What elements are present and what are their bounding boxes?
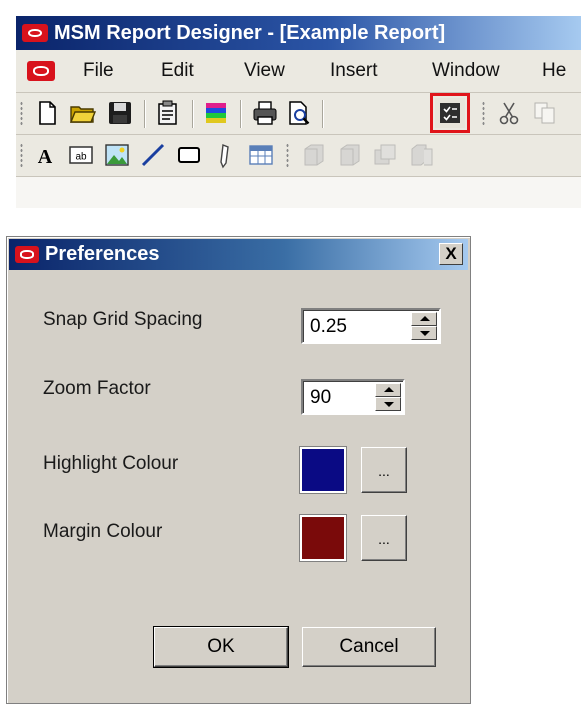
margin-colour-browse-button[interactable]: ... — [361, 515, 407, 561]
ok-button[interactable]: OK — [153, 626, 289, 668]
open-folder-icon[interactable] — [68, 98, 98, 128]
menu-help[interactable]: He — [542, 50, 566, 92]
color-palette-icon[interactable] — [201, 98, 231, 128]
image-icon[interactable] — [102, 140, 132, 170]
print-preview-icon[interactable] — [284, 98, 314, 128]
toolbar-separator — [192, 100, 194, 128]
spin-down-arrow-icon[interactable] — [411, 326, 437, 340]
snap-grid-value[interactable]: 0.25 — [310, 310, 347, 342]
copy-icon[interactable] — [530, 98, 560, 128]
zoom-factor-label: Zoom Factor — [43, 378, 151, 399]
pen-icon[interactable] — [210, 140, 240, 170]
align-3-icon[interactable] — [370, 140, 400, 170]
align-2-icon[interactable] — [334, 140, 364, 170]
oracle-logo-icon — [22, 24, 48, 42]
textbox-icon[interactable]: ab — [66, 140, 96, 170]
snap-grid-spin-buttons — [411, 312, 437, 340]
menu-window[interactable]: Window — [432, 50, 500, 92]
zoom-factor-stepper[interactable]: 90 — [301, 379, 405, 415]
table-icon[interactable] — [246, 140, 276, 170]
app-title-bar: MSM Report Designer - [Example Report] — [16, 16, 581, 50]
standard-toolbar — [16, 93, 581, 135]
line-icon[interactable] — [138, 140, 168, 170]
app-client-area — [16, 177, 581, 208]
spin-up-arrow-icon[interactable] — [375, 383, 401, 397]
menu-insert[interactable]: Insert — [330, 50, 378, 92]
oracle-logo-icon — [15, 246, 39, 263]
toolbar-separator — [322, 100, 324, 128]
report-properties-icon[interactable] — [152, 98, 182, 128]
cut-icon[interactable] — [494, 98, 524, 128]
svg-text:A: A — [38, 146, 53, 168]
new-icon[interactable] — [32, 98, 62, 128]
menu-file[interactable]: File — [83, 50, 114, 92]
spin-up-arrow-icon[interactable] — [411, 312, 437, 326]
print-icon[interactable] — [250, 98, 280, 128]
app-title: MSM Report Designer - [Example Report] — [54, 22, 446, 44]
toolbar-grip[interactable] — [20, 101, 23, 127]
highlight-colour-browse-button[interactable]: ... — [361, 447, 407, 493]
menu-view[interactable]: View — [244, 50, 285, 92]
save-icon[interactable] — [105, 98, 135, 128]
drawing-toolbar: A ab — [16, 135, 581, 177]
close-button[interactable]: X — [439, 243, 463, 265]
svg-text:ab: ab — [75, 152, 87, 163]
margin-colour-swatch — [299, 514, 347, 562]
dialog-title: Preferences — [45, 243, 160, 265]
report-designer-window: MSM Report Designer - [Example Report] F… — [16, 16, 581, 208]
highlight-colour-label: Highlight Colour — [43, 453, 179, 474]
snap-grid-stepper[interactable]: 0.25 — [301, 308, 441, 344]
align-4-icon[interactable] — [406, 140, 436, 170]
align-1-icon[interactable] — [298, 140, 328, 170]
toolbar-grip[interactable] — [20, 143, 23, 169]
zoom-factor-value[interactable]: 90 — [310, 381, 331, 413]
toolbar-separator — [240, 100, 242, 128]
system-menu-icon[interactable] — [27, 61, 55, 81]
menu-bar: File Edit View Insert Window He — [16, 50, 581, 93]
dialog-title-bar: Preferences X — [9, 239, 468, 270]
rectangle-icon[interactable] — [174, 140, 204, 170]
spin-down-arrow-icon[interactable] — [375, 397, 401, 411]
toolbar-separator — [144, 100, 146, 128]
zoom-spin-buttons — [375, 383, 401, 411]
snap-grid-label: Snap Grid Spacing — [43, 309, 203, 330]
cancel-button[interactable]: Cancel — [302, 627, 436, 667]
margin-colour-label: Margin Colour — [43, 521, 163, 542]
text-icon[interactable]: A — [30, 140, 60, 170]
menu-edit[interactable]: Edit — [161, 50, 194, 92]
preferences-dialog: Preferences X Snap Grid Spacing 0.25 Zoo… — [6, 236, 471, 704]
highlight-colour-swatch — [299, 446, 347, 494]
toolbar-grip[interactable] — [286, 143, 289, 169]
preferences-icon[interactable] — [430, 93, 470, 133]
toolbar-grip[interactable] — [482, 101, 485, 127]
